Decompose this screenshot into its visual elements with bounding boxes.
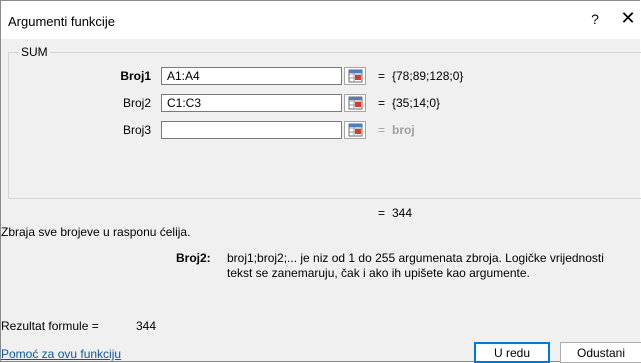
help-button[interactable]: ? [587,11,603,27]
argument-description-text: broj1;broj2;... je niz od 1 do 255 argum… [227,251,641,281]
function-name: SUM [21,45,48,59]
arg-input-broj2[interactable] [161,94,342,112]
cancel-button[interactable]: Odustani [560,342,641,363]
argument-description-line1: broj1;broj2;... je niz od 1 do 255 argum… [227,251,604,265]
collapse-dialog-button-broj2[interactable] [344,94,366,112]
arg-result-broj1: {78;89;128;0} [392,69,464,83]
arg-label-broj3: Broj3 [122,123,151,137]
ok-button[interactable]: U redu [474,342,550,363]
arg-result-broj2: {35;14;0} [392,96,441,110]
range-select-icon [348,123,363,137]
arg-equals-broj1: = [378,69,386,83]
arg-label-broj2: Broj2 [122,96,151,110]
arg-equals-broj2: = [378,96,386,110]
formula-result-label: Rezultat formule = [1,319,99,333]
arg-equals-broj3: = [378,123,386,137]
formula-result-value: 344 [136,319,157,333]
function-value-equals: = [378,206,386,220]
collapse-dialog-button-broj1[interactable] [344,67,366,85]
arg-input-broj3[interactable] [161,121,342,139]
range-select-icon [348,69,363,83]
argument-description-label: Broj2: [176,251,211,265]
range-select-icon [348,96,363,110]
arg-result-broj3: broj [392,123,415,137]
function-description: Zbraja sve brojeve u rasponu ćelija. [1,225,191,239]
collapse-dialog-button-broj3[interactable] [344,121,366,139]
function-value: 344 [392,206,413,220]
close-button[interactable]: ✕ [619,8,637,29]
arg-input-broj1[interactable] [161,67,342,85]
title-bar: Argumenti funkcije ? ✕ [1,1,641,39]
arg-label-broj1: Broj1 [120,69,151,83]
help-on-function-link[interactable]: Pomoć za ovu funkciju [1,347,121,361]
dialog-title: Argumenti funkcije [8,14,115,29]
function-arguments-dialog: Argumenti funkcije ? ✕ SUM Broj1 = {78;8… [0,0,641,363]
argument-description-line2: tekst se zanemaruju, čak i ako ih upišet… [227,266,530,280]
